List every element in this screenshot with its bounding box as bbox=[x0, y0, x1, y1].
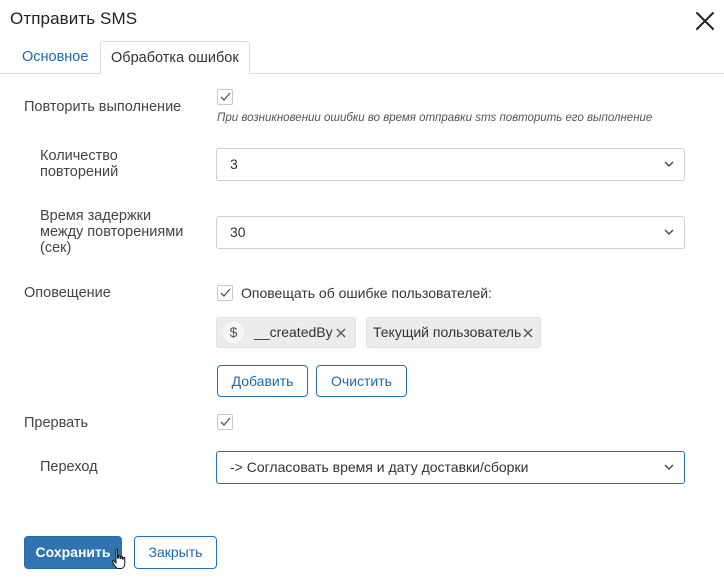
notify-label: Оповещение bbox=[24, 285, 111, 301]
retry-delay-label-line2: между повторениями bbox=[40, 224, 184, 240]
transition-select[interactable]: -> Согласовать время и дату доставки/сбо… bbox=[216, 451, 685, 484]
clear-button[interactable]: Очистить bbox=[316, 365, 407, 397]
tab-error-handling[interactable]: Обработка ошибок bbox=[100, 41, 250, 75]
user-tag-label: Текущий пользователь bbox=[373, 324, 522, 340]
user-tag: Текущий пользователь bbox=[366, 317, 541, 348]
retry-count-label: Количество повторений bbox=[40, 148, 118, 180]
retry-delay-label-line1: Время задержки bbox=[40, 208, 152, 224]
add-button[interactable]: Добавить bbox=[217, 365, 308, 397]
retry-count-label-line2: повторений bbox=[40, 164, 119, 180]
hand-cursor-icon bbox=[111, 548, 126, 569]
user-tag-label: __createdBy bbox=[254, 324, 333, 340]
sms-dialog: Отправить SMS Основное Обработка ошибок … bbox=[0, 0, 724, 585]
close-button[interactable]: Закрыть bbox=[134, 536, 217, 569]
retry-count-value: 3 bbox=[230, 156, 238, 172]
remove-tag-icon[interactable] bbox=[336, 328, 346, 338]
notify-checkbox[interactable] bbox=[217, 285, 233, 301]
check-icon bbox=[220, 288, 231, 297]
transition-value: -> Согласовать время и дату доставки/сбо… bbox=[230, 459, 529, 475]
retry-checkbox[interactable] bbox=[217, 89, 233, 105]
retry-label: Повторить выполнение bbox=[24, 99, 182, 115]
dialog-title: Отправить SMS bbox=[10, 9, 138, 28]
transition-label: Переход bbox=[40, 459, 98, 475]
chevron-down-icon bbox=[664, 229, 674, 235]
chevron-down-icon bbox=[664, 464, 674, 470]
dollar-icon: $ bbox=[223, 322, 244, 343]
retry-count-select[interactable]: 3 bbox=[216, 148, 685, 181]
retry-count-label-line1: Количество bbox=[40, 148, 118, 164]
retry-delay-value: 30 bbox=[230, 224, 246, 240]
retry-delay-label: Время задержки между повторениями (сек) bbox=[40, 208, 183, 256]
close-icon[interactable] bbox=[694, 10, 716, 32]
chevron-down-icon bbox=[664, 161, 674, 167]
retry-delay-select[interactable]: 30 bbox=[216, 216, 685, 249]
check-icon bbox=[220, 417, 231, 426]
tab-bar: Основное Обработка ошибок bbox=[0, 41, 724, 75]
retry-hint: При возникновении ошибки во время отправ… bbox=[217, 112, 653, 124]
save-button[interactable]: Сохранить bbox=[24, 536, 122, 569]
retry-delay-label-line3: (сек) bbox=[40, 240, 72, 256]
tab-general[interactable]: Основное bbox=[12, 41, 98, 74]
user-tag: $ __createdBy bbox=[216, 317, 356, 348]
interrupt-checkbox[interactable] bbox=[217, 414, 233, 430]
interrupt-label: Прервать bbox=[24, 415, 89, 431]
check-icon bbox=[220, 92, 231, 101]
notify-checkbox-label: Оповещать об ошибке пользователей: bbox=[241, 285, 492, 301]
remove-tag-icon[interactable] bbox=[523, 328, 533, 338]
